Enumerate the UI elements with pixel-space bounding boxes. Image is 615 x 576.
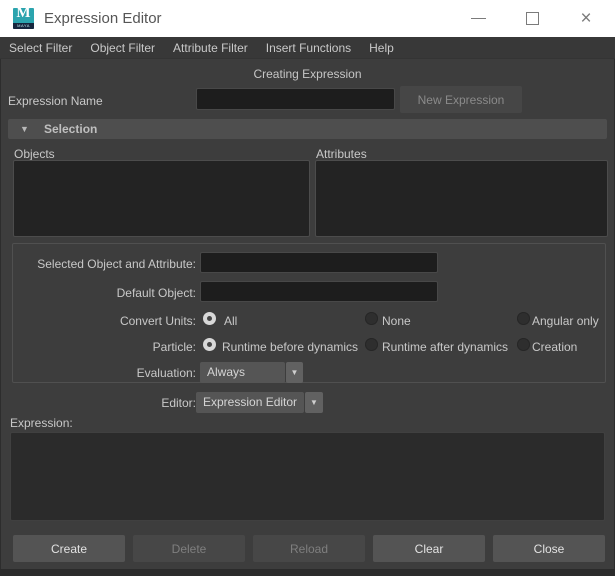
- clear-button[interactable]: Clear: [373, 535, 485, 562]
- editor-label: Editor:: [161, 396, 196, 410]
- default-object-input[interactable]: [200, 281, 438, 302]
- maximize-button[interactable]: [505, 0, 559, 37]
- attributes-list[interactable]: [315, 160, 608, 237]
- minimize-icon: [470, 18, 486, 19]
- radio-convert-none[interactable]: [365, 312, 378, 325]
- expression-editor-window: M MAYA Expression Editor × Select Filter…: [0, 0, 615, 576]
- radio-particle-runtime-before-label: Runtime before dynamics: [222, 340, 359, 354]
- radio-particle-runtime-after[interactable]: [365, 338, 378, 351]
- expression-label: Expression:: [10, 416, 73, 430]
- close-button[interactable]: ×: [559, 0, 613, 37]
- evaluation-label: Evaluation:: [136, 366, 196, 380]
- menu-help[interactable]: Help: [360, 37, 403, 59]
- radio-convert-all-label: All: [224, 314, 238, 328]
- radio-convert-none-label: None: [382, 314, 411, 328]
- radio-particle-creation[interactable]: [517, 338, 530, 351]
- editor-dropdown-arrow-icon[interactable]: ▼: [305, 392, 323, 413]
- window-bottom-edge: [0, 569, 615, 576]
- selection-section-title: Selection: [44, 122, 98, 136]
- collapse-arrow-icon: ▼: [20, 124, 29, 134]
- menu-bar: Select Filter Object Filter Attribute Fi…: [0, 37, 615, 59]
- attributes-label: Attributes: [316, 147, 367, 161]
- close-window-button[interactable]: Close: [493, 535, 605, 562]
- radio-particle-creation-label: Creation: [532, 340, 578, 354]
- status-text: Creating Expression: [253, 67, 362, 81]
- objects-list[interactable]: [13, 160, 310, 237]
- objects-label: Objects: [14, 147, 55, 161]
- menu-object-filter[interactable]: Object Filter: [81, 37, 164, 59]
- evaluation-dropdown-arrow-icon[interactable]: ▼: [286, 362, 303, 383]
- maya-logo-caption: MAYA: [13, 23, 34, 29]
- expression-name-label: Expression Name: [8, 94, 103, 108]
- default-object-label: Default Object:: [116, 286, 196, 300]
- minimize-button[interactable]: [451, 0, 505, 37]
- reload-button[interactable]: Reload: [253, 535, 365, 562]
- delete-button[interactable]: Delete: [133, 535, 245, 562]
- radio-particle-runtime-after-label: Runtime after dynamics: [382, 340, 509, 354]
- radio-convert-angular-label: Angular only: [532, 314, 599, 328]
- particle-label: Particle:: [152, 340, 196, 354]
- radio-convert-all[interactable]: [203, 312, 216, 325]
- radio-particle-runtime-before[interactable]: [203, 338, 216, 351]
- new-expression-button[interactable]: New Expression: [400, 86, 522, 113]
- menu-insert-functions[interactable]: Insert Functions: [257, 37, 360, 59]
- selected-object-attribute-input[interactable]: [200, 252, 438, 273]
- window-title: Expression Editor: [44, 10, 162, 27]
- maya-logo-icon: M MAYA: [13, 8, 34, 29]
- menu-select-filter[interactable]: Select Filter: [0, 37, 81, 59]
- window-controls: ×: [451, 0, 613, 37]
- close-icon: ×: [580, 8, 592, 29]
- editor-dropdown[interactable]: Expression Editor: [196, 392, 304, 413]
- selection-section-header[interactable]: ▼ Selection: [8, 119, 607, 139]
- expression-name-input[interactable]: [196, 88, 395, 110]
- menu-attribute-filter[interactable]: Attribute Filter: [164, 37, 257, 59]
- titlebar: M MAYA Expression Editor ×: [0, 0, 615, 37]
- convert-units-label: Convert Units:: [119, 314, 196, 328]
- maya-logo-letter: M: [16, 8, 31, 21]
- maximize-icon: [525, 12, 539, 25]
- evaluation-dropdown[interactable]: Always: [200, 362, 285, 383]
- radio-convert-angular[interactable]: [517, 312, 530, 325]
- expression-textarea[interactable]: [10, 432, 605, 521]
- selected-object-attribute-label: Selected Object and Attribute:: [37, 257, 196, 271]
- create-button[interactable]: Create: [13, 535, 125, 562]
